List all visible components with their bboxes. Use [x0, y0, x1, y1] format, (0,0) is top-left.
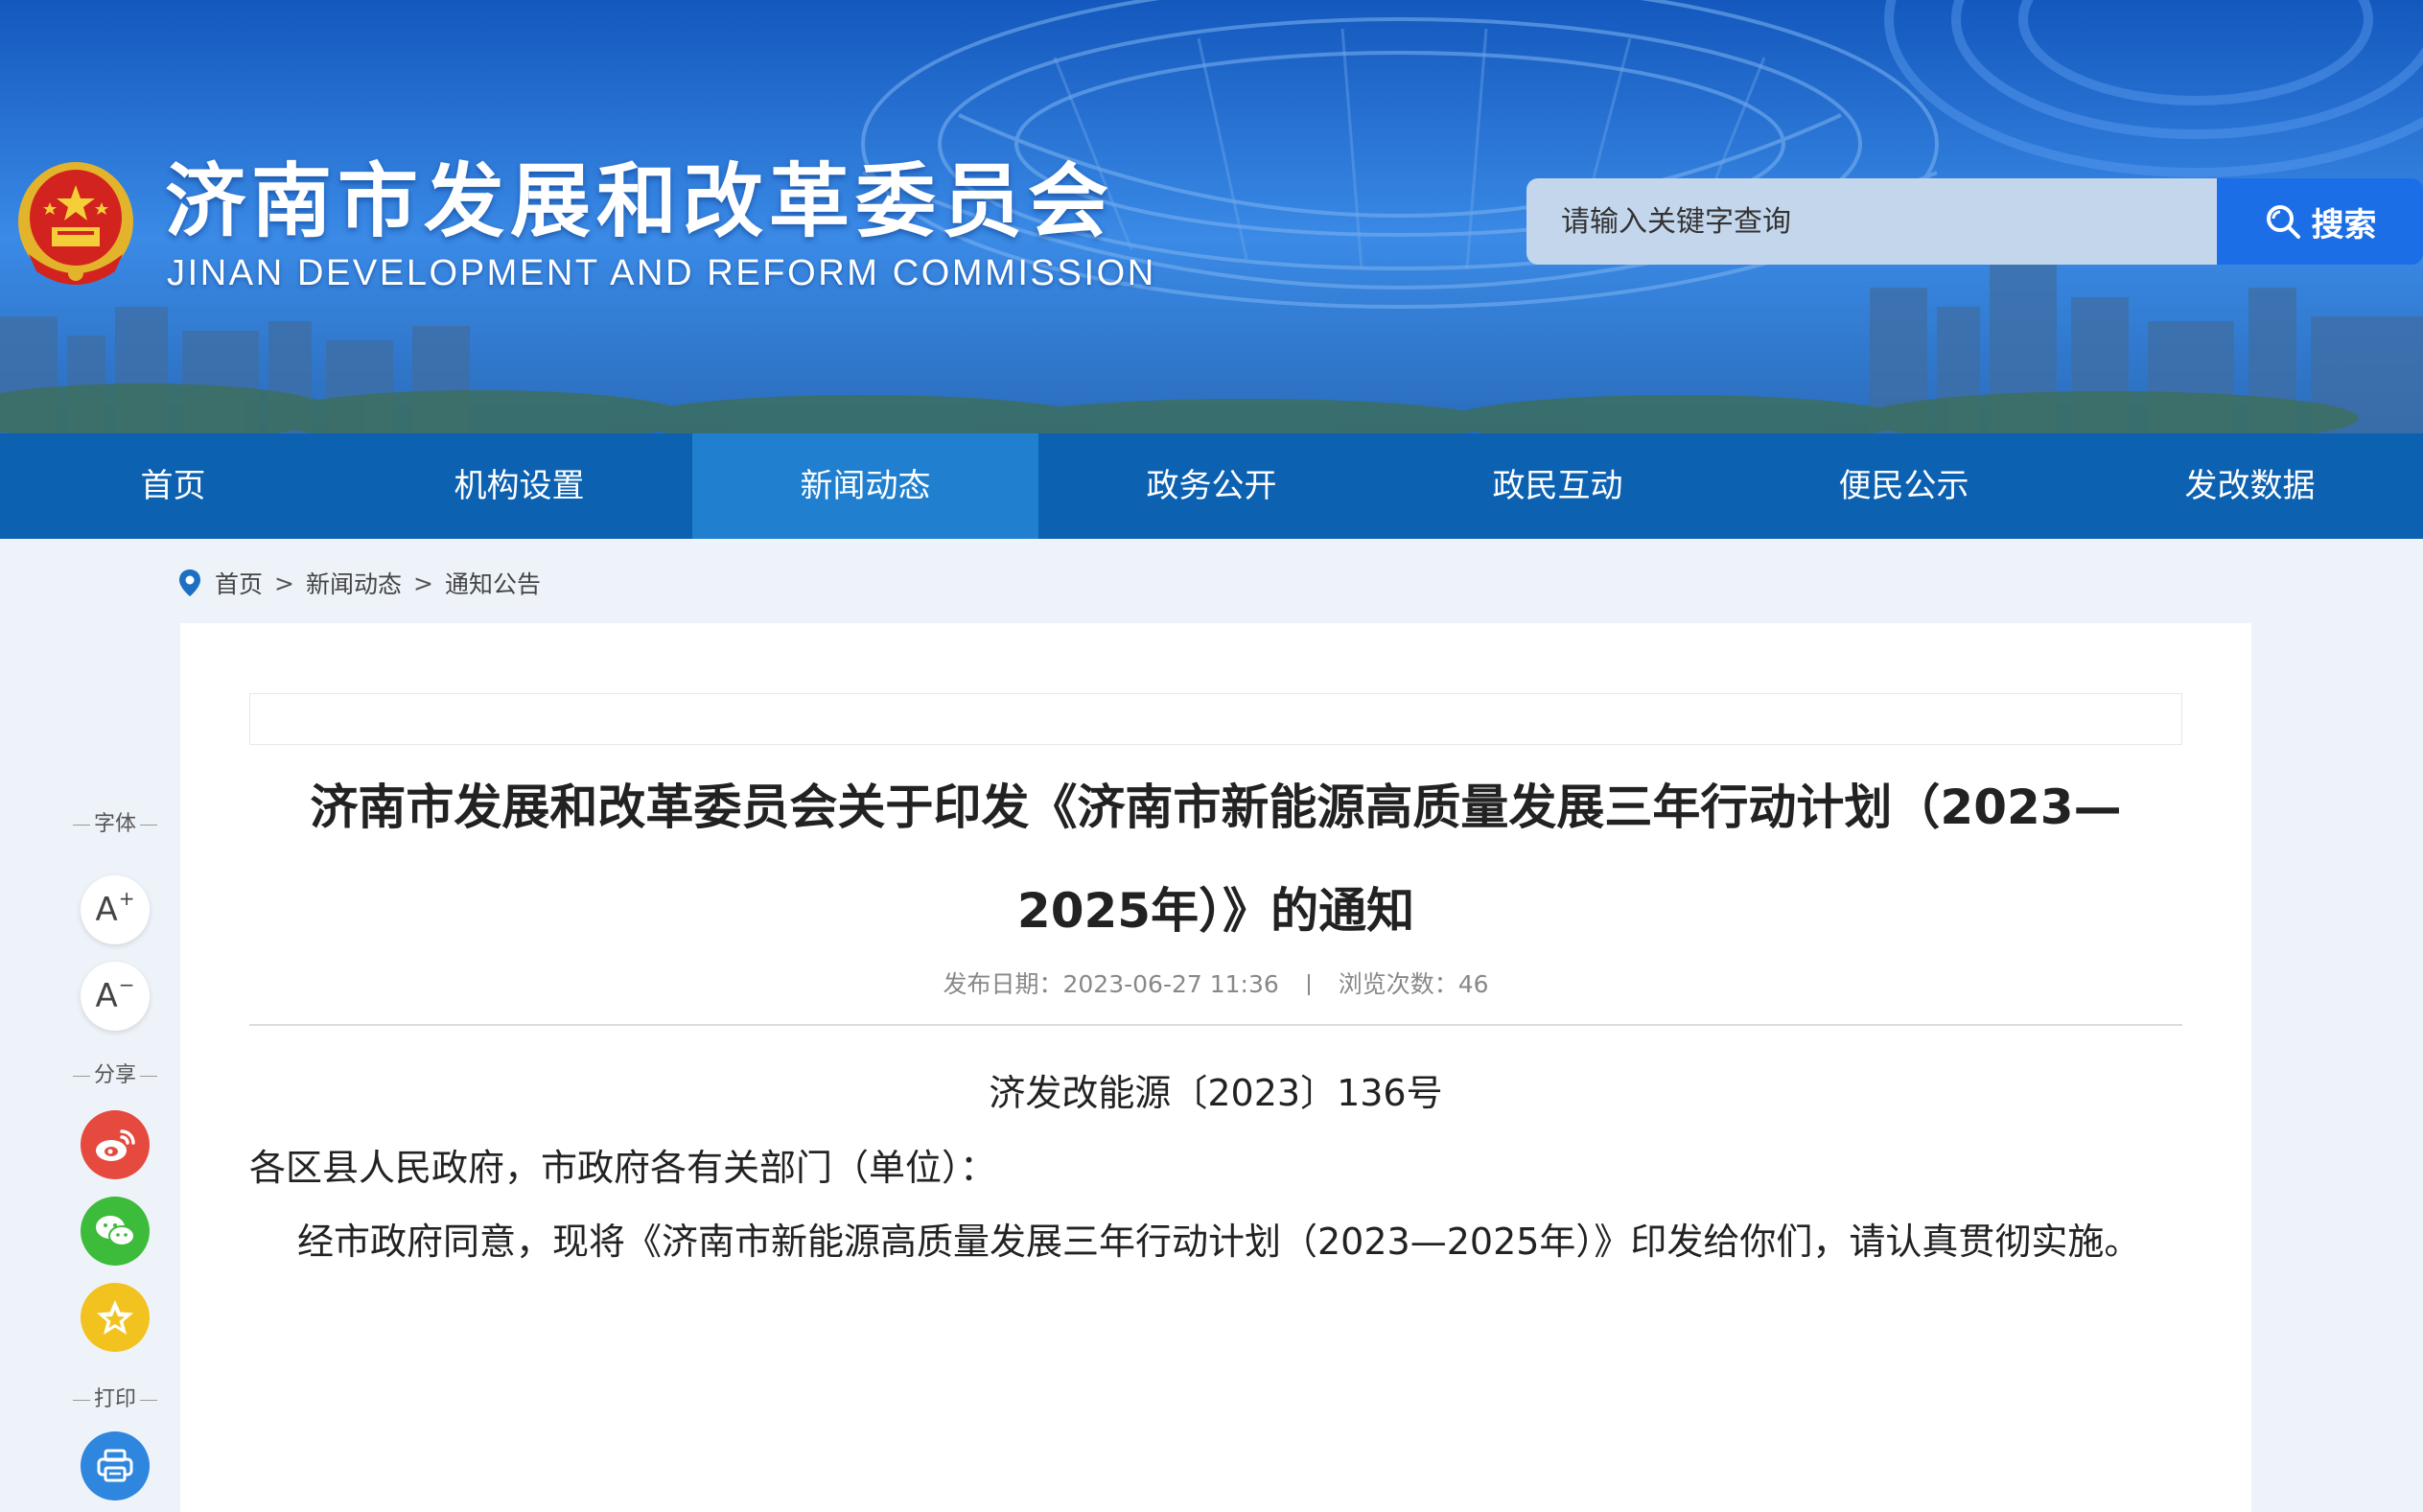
nav-item-data[interactable]: 发改数据 — [2077, 433, 2423, 539]
share-label: 分享 — [67, 1061, 163, 1090]
document-number: 济发改能源〔2023〕136号 — [989, 1072, 1443, 1114]
weibo-icon — [96, 1129, 135, 1161]
breadcrumb-news[interactable]: 新闻动态 — [306, 566, 402, 600]
site-title: 济南市发展和改革委员会 — [165, 154, 1115, 248]
nav-item-government-affairs[interactable]: 政务公开 — [1038, 433, 1385, 539]
minus-icon: − — [118, 973, 135, 996]
meta-divider — [1307, 974, 1310, 995]
article-header-strip — [249, 693, 2182, 745]
weibo-share-button[interactable] — [81, 1110, 150, 1179]
site-subtitle: JINAN DEVELOPMENT AND REFORM COMMISSION — [167, 253, 1156, 293]
breadcrumb: 首页 > 新闻动态 > 通知公告 — [178, 564, 541, 602]
star-icon — [97, 1300, 133, 1335]
print-label: 打印 — [67, 1385, 163, 1414]
national-emblem-icon — [15, 158, 136, 292]
wechat-share-button[interactable] — [81, 1197, 150, 1266]
plus-icon: + — [118, 887, 135, 910]
font-decrease-glyph: A — [95, 977, 118, 1015]
header-banner: 济南市发展和改革委员会 JINAN DEVELOPMENT AND REFORM… — [0, 0, 2423, 433]
print-button[interactable] — [81, 1431, 150, 1500]
main-nav: 首页 机构设置 新闻动态 政务公开 政民互动 便民公示 发改数据 — [0, 433, 2423, 539]
font-increase-button[interactable]: A + — [81, 875, 150, 944]
breadcrumb-home[interactable]: 首页 — [215, 566, 263, 600]
wechat-icon — [96, 1216, 135, 1246]
article-title-line1: 济南市发展和改革委员会关于印发《济南市新能源高质量发展三年行动计划（2023— — [310, 779, 2122, 835]
publish-date: 2023-06-27 11:36 — [1062, 970, 1279, 998]
search-button[interactable]: 搜索 — [2217, 178, 2423, 265]
nav-item-public-notice[interactable]: 便民公示 — [1731, 433, 2077, 539]
article-title-line2: 2025年）》的通知 — [1016, 883, 1415, 939]
breadcrumb-separator: > — [274, 569, 294, 597]
publish-date-label: 发布日期： — [943, 970, 1063, 998]
views-count: 46 — [1457, 970, 1489, 998]
breadcrumb-separator: > — [412, 569, 433, 597]
font-increase-glyph: A — [95, 891, 118, 929]
addressee: 各区县人民政府，市政府各有关部门（单位）： — [249, 1147, 997, 1189]
article-title: 济南市发展和改革委员会关于印发《济南市新能源高质量发展三年行动计划（2023— … — [272, 756, 2159, 963]
search-input[interactable] — [1526, 178, 2217, 265]
article-body: 经市政府同意，现将《济南市新能源高质量发展三年行动计划（2023—2025年）》… — [297, 1221, 2141, 1263]
article-panel: 济南市发展和改革委员会关于印发《济南市新能源高质量发展三年行动计划（2023— … — [180, 623, 2251, 1512]
title-divider — [249, 1024, 2182, 1026]
favorite-button[interactable] — [81, 1283, 150, 1352]
font-decrease-button[interactable]: A − — [81, 962, 150, 1031]
article-meta: 发布日期：2023-06-27 11:36 浏览次数：46 — [249, 965, 2182, 1004]
views-label: 浏览次数： — [1338, 970, 1458, 998]
search-icon — [2266, 205, 2300, 239]
location-pin-icon — [179, 570, 200, 596]
nav-item-organization[interactable]: 机构设置 — [346, 433, 692, 539]
font-size-label: 字体 — [67, 810, 163, 839]
nav-item-news[interactable]: 新闻动态 — [692, 433, 1038, 539]
breadcrumb-notices[interactable]: 通知公告 — [445, 566, 541, 600]
printer-icon — [97, 1449, 133, 1482]
nav-item-home[interactable]: 首页 — [0, 433, 346, 539]
search-button-label: 搜索 — [2311, 205, 2377, 244]
nav-item-interaction[interactable]: 政民互动 — [1385, 433, 1731, 539]
